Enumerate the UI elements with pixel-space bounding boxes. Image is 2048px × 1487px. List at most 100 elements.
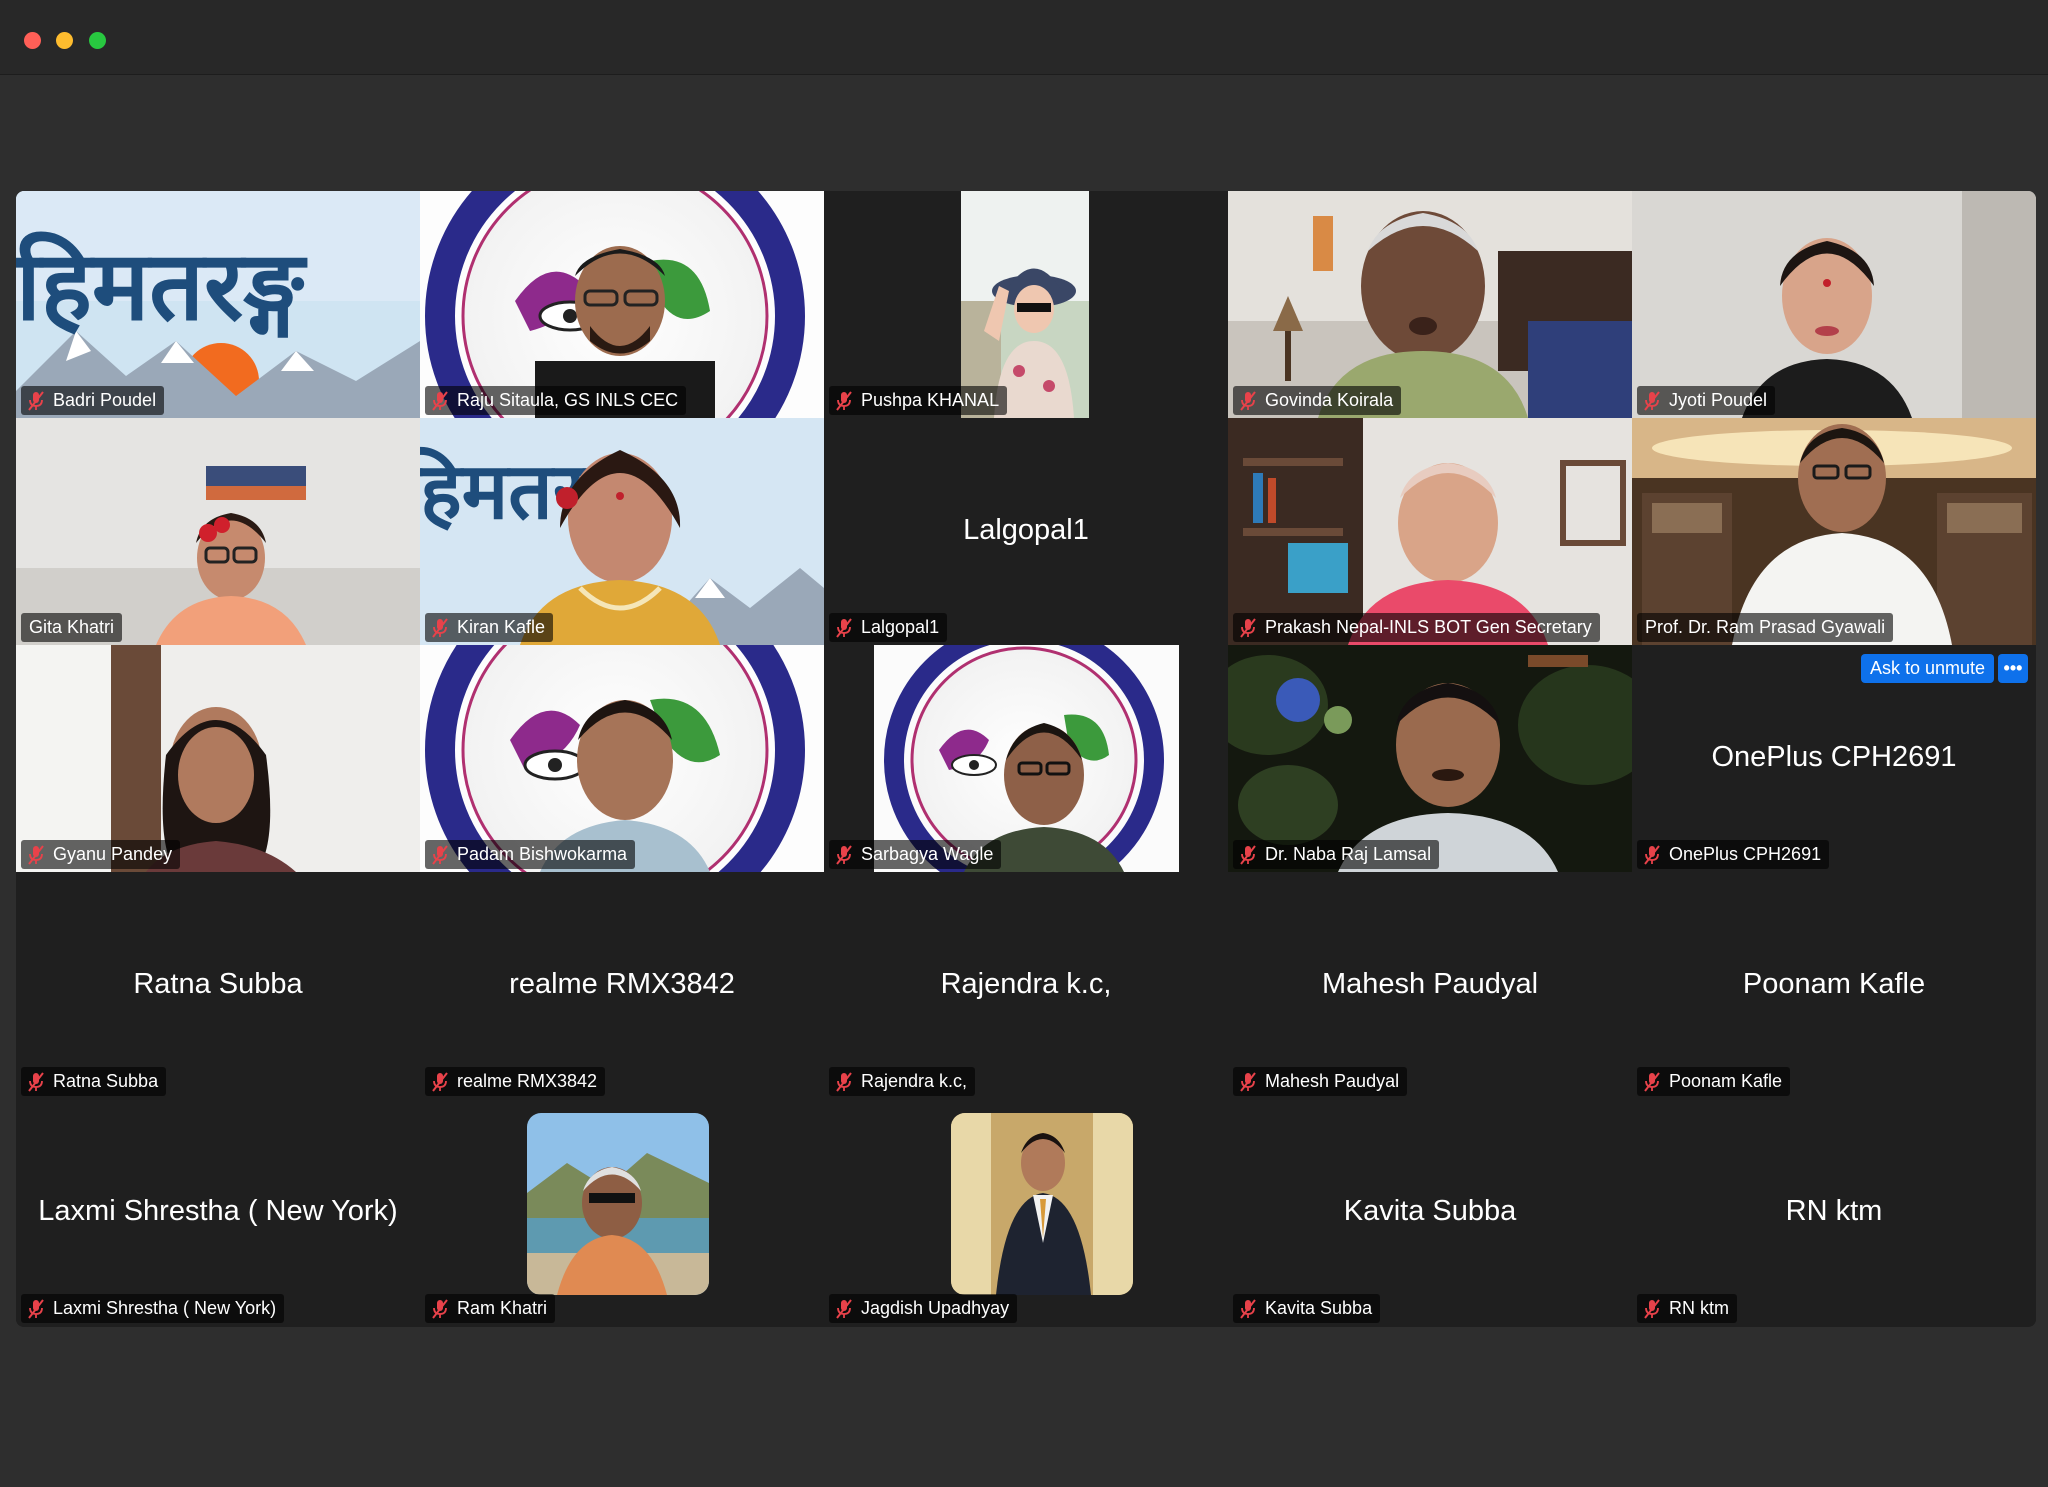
mic-muted-icon <box>431 1299 449 1319</box>
participant-name-label: Pushpa KHANAL <box>829 386 1008 415</box>
participant-video <box>1228 418 1632 645</box>
mic-muted-icon <box>1643 845 1661 865</box>
participant-display-name: Lalgopal1 <box>963 514 1089 546</box>
participant-name: Jyoti Poudel <box>1669 390 1768 410</box>
participant-video <box>824 191 1228 418</box>
window-minimize-button[interactable] <box>56 32 73 49</box>
participant-avatar <box>951 1113 1133 1295</box>
participant-name: Mahesh Paudyal <box>1265 1071 1400 1091</box>
participant-name: Ram Khatri <box>457 1298 548 1318</box>
participant-name: Raju Sitaula, GS INLS CEC <box>457 390 679 410</box>
participant-tile[interactable]: Lalgopal1 Lalgopal1 <box>824 418 1228 645</box>
participant-name-label: Prof. Dr. Ram Prasad Gyawali <box>1637 613 1894 642</box>
mic-muted-icon <box>835 391 853 411</box>
participant-name: Gyanu Pandey <box>53 844 173 864</box>
participant-tile[interactable]: Raju Sitaula, GS INLS CEC <box>420 191 824 418</box>
participant-name-label: Kiran Kafle <box>425 613 554 642</box>
mic-muted-icon <box>1643 391 1661 411</box>
participant-tile[interactable]: Gyanu Pandey <box>16 645 420 872</box>
participant-tile[interactable]: RN ktm RN ktm <box>1632 1099 2036 1326</box>
participant-name-label: Prakash Nepal-INLS BOT Gen Secretary <box>1233 613 1600 642</box>
participant-tile[interactable]: Jyoti Poudel <box>1632 191 2036 418</box>
window-titlebar <box>0 0 2048 75</box>
participant-tile[interactable]: हिमतरङ्ग Kiran Kafle <box>420 418 824 645</box>
participant-tile-active-speaker[interactable]: Prof. Dr. Ram Prasad Gyawali <box>1632 418 2036 645</box>
participant-name: Prakash Nepal-INLS BOT Gen Secretary <box>1265 617 1592 637</box>
participant-tile[interactable]: हिमतरङ्ग Badri Poudel <box>16 191 420 418</box>
participant-display-name: Ratna Subba <box>133 968 303 1000</box>
participant-name: Kiran Kafle <box>457 617 546 637</box>
participant-tile[interactable]: Laxmi Shrestha ( New York) Laxmi Shresth… <box>16 1099 420 1326</box>
mic-muted-icon <box>835 618 853 638</box>
mic-muted-icon <box>431 618 449 638</box>
participant-name-label: OnePlus CPH2691 <box>1637 840 1830 869</box>
participant-name: Lalgopal1 <box>861 617 940 637</box>
participant-name-label: Rajendra k.c, <box>829 1067 976 1096</box>
mic-muted-icon <box>1239 1299 1257 1319</box>
mic-muted-icon <box>835 845 853 865</box>
participant-tile[interactable]: Dr. Naba Raj Lamsal <box>1228 645 1632 872</box>
participant-tile[interactable]: Mahesh Paudyal Mahesh Paudyal <box>1228 872 1632 1099</box>
participant-display-name: realme RMX3842 <box>509 968 735 1000</box>
participant-name-label: Gyanu Pandey <box>21 840 181 869</box>
participant-display-name: Poonam Kafle <box>1742 968 1926 1000</box>
participant-name-label: Lalgopal1 <box>829 613 948 642</box>
mic-muted-icon <box>1643 1072 1661 1092</box>
participant-tile[interactable]: Sarbagya Wagle <box>824 645 1228 872</box>
participant-name: Gita Khatri <box>29 617 115 637</box>
himtarang-banner-video: हिमतरङ्ग <box>16 191 420 418</box>
window-close-button[interactable] <box>24 32 41 49</box>
participant-tile[interactable]: Govinda Koirala <box>1228 191 1632 418</box>
participant-tile[interactable]: Pushpa KHANAL <box>824 191 1228 418</box>
participant-video: हिमतरङ्ग <box>420 418 824 645</box>
participant-tile[interactable]: Kavita Subba Kavita Subba <box>1228 1099 1632 1326</box>
window-maximize-button[interactable] <box>89 32 106 49</box>
ask-to-unmute-button[interactable]: Ask to unmute <box>1860 654 1994 683</box>
participant-name-label: Padam Bishwokarma <box>425 840 636 869</box>
participant-name-label: RN ktm <box>1637 1294 1737 1323</box>
participant-video <box>420 191 824 418</box>
participant-tile[interactable]: Ratna Subba Ratna Subba <box>16 872 420 1099</box>
participant-display-name: Rajendra k.c, <box>940 968 1112 1000</box>
participant-name-label: Jagdish Upadhyay <box>829 1294 1018 1323</box>
more-options-button[interactable]: ••• <box>1998 654 2028 683</box>
mic-muted-icon <box>27 391 45 411</box>
participant-video <box>420 645 824 872</box>
participant-name: RN ktm <box>1669 1298 1729 1318</box>
mic-muted-icon <box>835 1299 853 1319</box>
mic-muted-icon <box>835 1072 853 1092</box>
gallery-grid: हिमतरङ्ग Badri Poudel Raju Sitaula, GS I… <box>16 191 2036 1327</box>
participant-video <box>16 645 420 872</box>
participant-video <box>16 418 420 645</box>
participant-name-label: Badri Poudel <box>21 386 165 415</box>
participant-name-label: Ratna Subba <box>21 1067 167 1096</box>
participant-name: realme RMX3842 <box>457 1071 598 1091</box>
participant-tile[interactable]: Gita Khatri <box>16 418 420 645</box>
participant-name-label: Govinda Koirala <box>1233 386 1402 415</box>
mic-muted-icon <box>431 845 449 865</box>
mic-muted-icon <box>1239 1072 1257 1092</box>
participant-video <box>824 645 1228 872</box>
mic-muted-icon <box>1643 1299 1661 1319</box>
participant-name-label: Raju Sitaula, GS INLS CEC <box>425 386 687 415</box>
participant-display-name: Kavita Subba <box>1343 1195 1517 1227</box>
participant-tile[interactable]: Poonam Kafle Poonam Kafle <box>1632 872 2036 1099</box>
participant-tile[interactable]: OnePlus CPH2691 Ask to unmute ••• OnePlu… <box>1632 645 2036 872</box>
participant-name-label: Poonam Kafle <box>1637 1067 1791 1096</box>
participant-name-label: Kavita Subba <box>1233 1294 1381 1323</box>
participant-tile[interactable]: Ram Khatri <box>420 1099 824 1326</box>
participant-tile[interactable]: Rajendra k.c, Rajendra k.c, <box>824 872 1228 1099</box>
participant-name: Rajendra k.c, <box>861 1071 968 1091</box>
participant-tile[interactable]: Padam Bishwokarma <box>420 645 824 872</box>
participant-avatar <box>527 1113 709 1295</box>
mic-muted-icon <box>431 391 449 411</box>
participant-tile[interactable]: Jagdish Upadhyay <box>824 1099 1228 1326</box>
participant-tile[interactable]: realme RMX3842 realme RMX3842 <box>420 872 824 1099</box>
participant-tile[interactable]: Prakash Nepal-INLS BOT Gen Secretary <box>1228 418 1632 645</box>
himtarang-logo-text: हिमतरङ्ग <box>16 229 308 342</box>
participant-name: Pushpa KHANAL <box>861 390 1000 410</box>
mic-muted-icon <box>431 1072 449 1092</box>
participant-name: Dr. Naba Raj Lamsal <box>1265 844 1432 864</box>
mic-muted-icon <box>27 1299 45 1319</box>
participant-video <box>1632 418 2036 645</box>
